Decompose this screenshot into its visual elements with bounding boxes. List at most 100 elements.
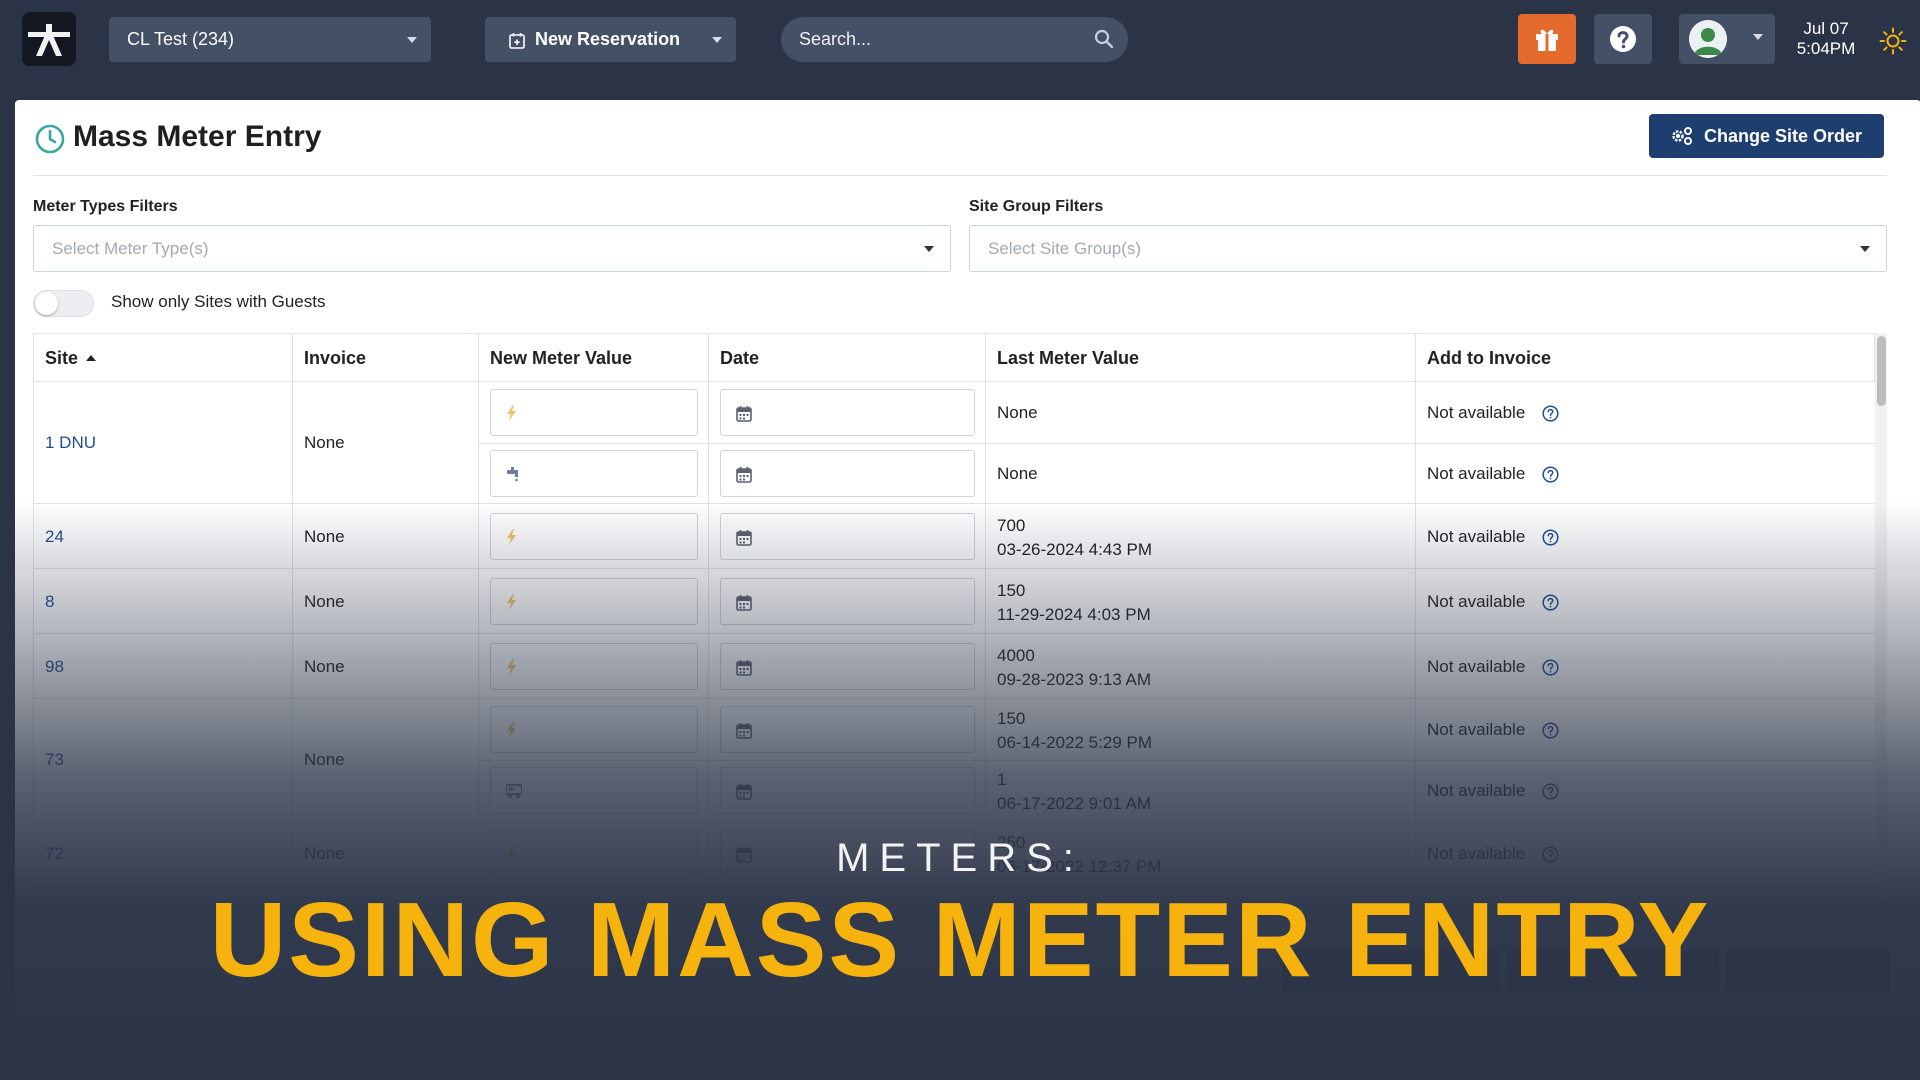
clock-icon	[35, 124, 65, 154]
site-group-select[interactable]: Select Site Group(s)	[969, 225, 1887, 272]
add-to-invoice-label: Not available	[1427, 780, 1526, 800]
help-button[interactable]	[1594, 14, 1652, 64]
chevron-down-icon	[407, 37, 417, 43]
column-header-invoice-label: Invoice	[304, 348, 367, 368]
page-title: Mass Meter Entry	[73, 120, 322, 153]
calendar-plus-icon	[509, 33, 525, 49]
column-divider	[708, 504, 709, 568]
date-input[interactable]	[720, 450, 975, 497]
column-header-new-meter-value: New Meter Value	[479, 334, 709, 383]
last-meter-value: None	[997, 463, 1038, 483]
lightning-icon	[507, 722, 516, 738]
new-reservation-button[interactable]: New Reservation	[485, 17, 736, 62]
gift-icon	[1536, 29, 1558, 51]
meter-types-select[interactable]: Select Meter Type(s)	[33, 225, 951, 272]
date-input[interactable]	[720, 389, 975, 436]
new-meter-value-input[interactable]	[490, 450, 698, 497]
sort-asc-icon	[86, 355, 97, 361]
question-circle-icon[interactable]	[1542, 721, 1559, 739]
show-sites-with-guests-toggle[interactable]	[33, 290, 94, 317]
column-header-date-label: Date	[720, 348, 760, 368]
add-to-invoice-label: Not available	[1427, 656, 1526, 676]
question-circle-icon[interactable]	[1542, 593, 1559, 611]
add-to-invoice-status: Not available	[1427, 592, 1587, 612]
last-meter-value: 1	[997, 769, 1007, 789]
chevron-down-icon	[1860, 246, 1870, 252]
new-meter-value-input[interactable]	[490, 643, 698, 690]
question-circle-icon[interactable]	[1542, 658, 1559, 676]
column-divider	[292, 382, 293, 503]
last-meter-date: 11-29-2024 4:03 PM	[997, 604, 1151, 624]
column-divider	[478, 634, 479, 698]
column-divider	[292, 634, 293, 698]
lightning-icon	[507, 405, 516, 421]
add-to-invoice-status: Not available	[1427, 720, 1587, 740]
top-navbar: CL Test (234) New Reservation Search... …	[0, 0, 1920, 82]
logo-icon	[22, 12, 76, 66]
last-meter-value: 4000	[997, 645, 1035, 665]
site-link[interactable]: 73	[45, 750, 64, 770]
column-header-site[interactable]: Site	[34, 334, 293, 383]
invoice-value: None	[304, 433, 345, 452]
change-site-order-label: Change Site Order	[1704, 126, 1863, 146]
chevron-down-icon[interactable]	[712, 37, 722, 43]
current-datetime: Jul 07 5:04PM	[1786, 19, 1866, 59]
search-icon[interactable]	[1094, 29, 1114, 49]
last-meter-date: 06-14-2022 5:29 PM	[997, 732, 1152, 752]
last-meter-value: 150	[997, 708, 1026, 728]
meter-types-filter-label: Meter Types Filters	[33, 198, 178, 215]
date-input[interactable]	[720, 578, 975, 625]
calendar-icon	[736, 595, 752, 611]
calendar-icon	[736, 467, 752, 483]
app-logo[interactable]	[22, 12, 76, 66]
change-site-order-button[interactable]: Change Site Order	[1649, 114, 1884, 158]
current-time: 5:04PM	[1796, 39, 1856, 58]
site-link[interactable]: 1 DNU	[45, 433, 96, 453]
calendar-icon	[736, 660, 752, 676]
date-input[interactable]	[720, 706, 975, 753]
question-circle-icon[interactable]	[1542, 782, 1559, 800]
table-row: 73 None 150 06-14-2022 5:29 PM Not available…	[33, 699, 1876, 821]
date-input[interactable]	[720, 643, 975, 690]
question-circle-icon[interactable]	[1542, 404, 1559, 422]
current-date: Jul 07	[1803, 19, 1849, 38]
search-input[interactable]	[781, 17, 1128, 62]
date-input[interactable]	[720, 767, 975, 814]
site-link[interactable]: 98	[45, 657, 64, 677]
new-meter-value-input[interactable]	[490, 513, 698, 560]
last-meter-date: 03-26-2024 4:43 PM	[997, 539, 1152, 559]
question-circle-icon[interactable]	[1542, 465, 1559, 483]
title-divider	[33, 175, 1887, 176]
calendar-icon	[736, 723, 752, 739]
add-to-invoice-status: Not available	[1427, 781, 1587, 801]
add-to-invoice-status: Not available	[1427, 464, 1587, 484]
column-divider	[1415, 569, 1416, 633]
calendar-icon	[736, 406, 752, 422]
site-link[interactable]: 24	[45, 527, 64, 547]
column-header-add-to-invoice-label: Add to Invoice	[1427, 348, 1552, 368]
add-to-invoice-status: Not available	[1427, 657, 1587, 677]
water-faucet-icon	[507, 467, 518, 482]
column-header-date: Date	[709, 334, 986, 383]
column-header-last-meter-value: Last Meter Value	[986, 334, 1416, 383]
column-divider	[292, 569, 293, 633]
column-header-invoice: Invoice	[293, 334, 479, 383]
meter-divider	[479, 760, 1876, 761]
site-link[interactable]: 8	[45, 592, 54, 612]
sun-icon[interactable]	[1879, 27, 1907, 55]
invoice-value: None	[304, 750, 345, 769]
new-meter-value-input[interactable]	[490, 767, 698, 814]
rv-icon	[506, 784, 522, 798]
user-menu-dropdown[interactable]	[1679, 14, 1775, 64]
column-divider	[985, 634, 986, 698]
question-circle-icon[interactable]	[1542, 528, 1559, 546]
new-meter-value-input[interactable]	[490, 389, 698, 436]
gift-button[interactable]	[1518, 14, 1576, 64]
new-meter-value-input[interactable]	[490, 706, 698, 753]
invoice-value: None	[304, 526, 345, 546]
new-meter-value-input[interactable]	[490, 578, 698, 625]
table-scrollbar-thumb[interactable]	[1877, 336, 1886, 406]
date-input[interactable]	[720, 513, 975, 560]
park-select-dropdown[interactable]: CL Test (234)	[109, 17, 431, 62]
column-divider	[708, 634, 709, 698]
